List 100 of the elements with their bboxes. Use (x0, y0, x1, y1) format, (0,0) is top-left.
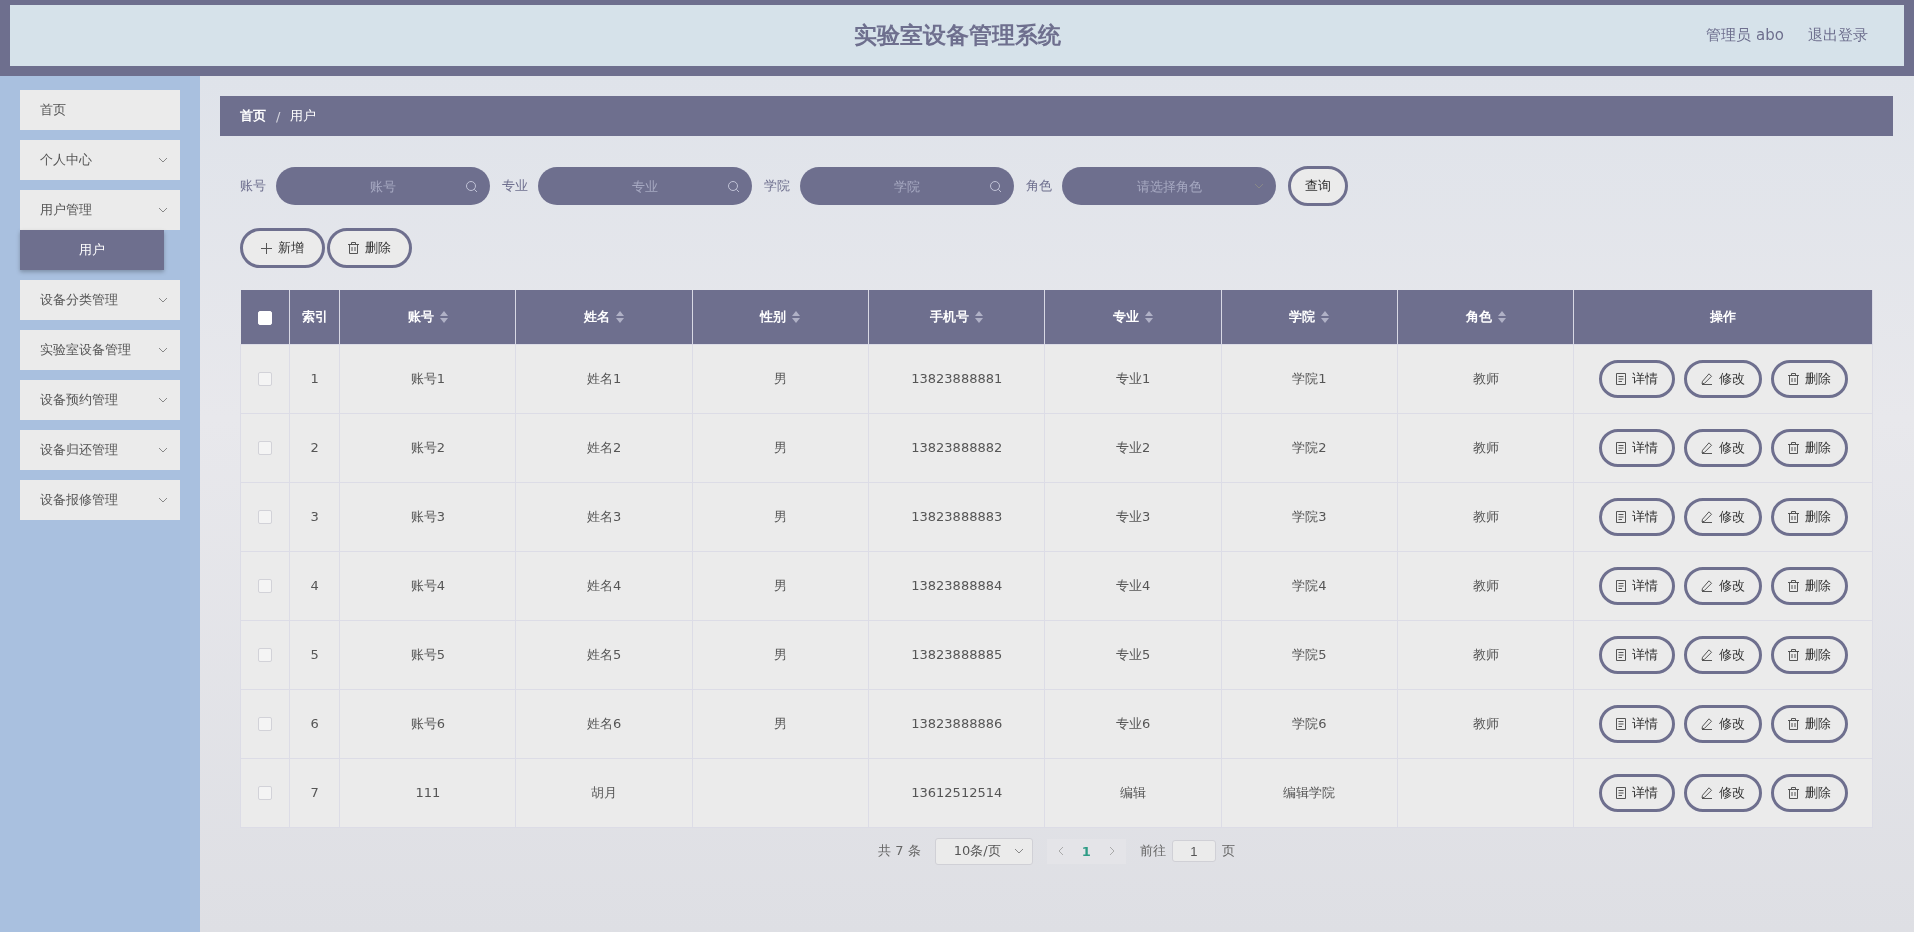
table-cell: 姓名6 (587, 715, 622, 731)
delete-button[interactable]: 删除 (1770, 497, 1848, 536)
page-size-select[interactable]: 10条/页 (934, 837, 1033, 865)
delete-button[interactable]: 删除 (1770, 359, 1848, 398)
pencil-icon (1700, 372, 1713, 385)
detail-button[interactable]: 详情 (1598, 635, 1675, 674)
column-header: 账号 (407, 307, 434, 326)
row-checkbox[interactable] (258, 510, 273, 525)
total-count: 共 7 条 (878, 842, 921, 860)
table-cell: 账号1 (410, 370, 445, 386)
add-button[interactable]: 新增 (240, 228, 325, 268)
detail-button[interactable]: 详情 (1598, 773, 1675, 812)
pencil-icon (1700, 717, 1713, 730)
breadcrumb-separator: / (276, 108, 281, 124)
previous-page-icon[interactable] (1056, 846, 1064, 856)
table-cell: 教师 (1472, 577, 1499, 593)
table-cell: 专业1 (1115, 370, 1151, 386)
document-icon (1615, 441, 1626, 454)
logout-link[interactable]: 退出登录 (1808, 26, 1868, 45)
table-cell: 13823888882 (911, 440, 1003, 455)
row-checkbox[interactable] (258, 648, 273, 663)
sidebar-subitem[interactable]: 用户 (20, 230, 164, 270)
sidebar-item[interactable]: 设备分类管理 (20, 280, 180, 320)
detail-button[interactable]: 详情 (1598, 566, 1675, 605)
chevron-icon (1013, 848, 1024, 854)
delete-button[interactable]: 删除 (1770, 635, 1848, 674)
trash-icon (1787, 441, 1799, 454)
row-checkbox[interactable] (258, 717, 273, 732)
trash-icon (1787, 786, 1799, 799)
edit-button[interactable]: 修改 (1683, 359, 1762, 398)
document-icon (1615, 372, 1626, 385)
sidebar-item[interactable]: 个人中心 (20, 140, 180, 180)
goto-label: 前往 (1139, 842, 1166, 860)
table-cell: 账号3 (410, 508, 445, 524)
detail-button[interactable]: 详情 (1598, 359, 1675, 398)
edit-button[interactable]: 修改 (1683, 428, 1762, 467)
sort-icon[interactable] (616, 310, 625, 323)
column-header: 姓名 (584, 307, 611, 326)
trash-icon (1787, 648, 1799, 661)
sidebar-item[interactable]: 设备报修管理 (20, 480, 180, 520)
detail-button[interactable]: 详情 (1598, 428, 1675, 467)
search-icon (989, 179, 1002, 193)
sort-icon[interactable] (975, 310, 984, 323)
document-icon (1615, 579, 1626, 592)
delete-button[interactable]: 删除 (327, 228, 412, 268)
column-header: 专业 (1113, 307, 1140, 326)
row-checkbox[interactable] (258, 372, 273, 387)
search-field[interactable]: 专业 (538, 167, 752, 205)
sort-icon[interactable] (792, 310, 801, 323)
sidebar-item[interactable]: 用户管理 (20, 190, 180, 230)
breadcrumb-link[interactable]: 首页 (240, 107, 266, 125)
edit-button[interactable]: 修改 (1683, 635, 1762, 674)
table-cell: 6 (310, 716, 319, 731)
detail-button[interactable]: 详情 (1598, 497, 1675, 536)
table-cell: 教师 (1472, 439, 1499, 455)
goto-page-field[interactable]: 1 (1171, 840, 1216, 862)
sort-icon[interactable] (1321, 310, 1330, 323)
row-checkbox[interactable] (258, 441, 273, 456)
delete-button[interactable]: 删除 (1770, 566, 1848, 605)
page-suffix: 页 (1221, 842, 1235, 860)
filter-label: 角色 (1026, 177, 1052, 195)
breadcrumb-link[interactable]: 用户 (290, 107, 317, 125)
trash-icon (1787, 717, 1799, 730)
chevron-icon (1254, 183, 1264, 189)
chevron-icon (158, 497, 168, 503)
next-page-icon[interactable] (1108, 846, 1116, 856)
pencil-icon (1700, 786, 1713, 799)
sort-icon[interactable] (439, 310, 448, 323)
sort-icon[interactable] (1145, 310, 1154, 323)
edit-button[interactable]: 修改 (1683, 773, 1762, 812)
pencil-icon (1700, 510, 1713, 523)
table-cell: 账号6 (410, 715, 445, 731)
filter-label: 账号 (240, 177, 266, 195)
table-cell: 学院1 (1292, 370, 1327, 386)
trash-icon (1787, 372, 1799, 385)
delete-button[interactable]: 删除 (1770, 428, 1848, 467)
column-header: 索引 (301, 307, 328, 326)
sort-icon[interactable] (1497, 310, 1506, 323)
delete-button[interactable]: 删除 (1770, 773, 1848, 812)
sidebar-item[interactable]: 实验室设备管理 (20, 330, 180, 370)
sidebar-item[interactable]: 设备预约管理 (20, 380, 180, 420)
table-cell: 姓名1 (587, 370, 622, 386)
edit-button[interactable]: 修改 (1683, 704, 1762, 743)
table-cell: 专业4 (1115, 577, 1151, 593)
document-icon (1615, 786, 1626, 799)
detail-button[interactable]: 详情 (1598, 704, 1675, 743)
sidebar-item[interactable]: 设备归还管理 (20, 430, 180, 470)
document-icon (1615, 510, 1626, 523)
row-checkbox[interactable] (258, 579, 273, 594)
row-checkbox[interactable] (258, 786, 273, 801)
sidebar-item[interactable]: 首页 (20, 90, 180, 130)
search-icon (727, 179, 740, 193)
query-button[interactable]: 查询 (1288, 166, 1348, 206)
select-all-checkbox[interactable] (257, 310, 272, 325)
delete-button[interactable]: 删除 (1770, 704, 1848, 743)
edit-button[interactable]: 修改 (1683, 566, 1762, 605)
edit-button[interactable]: 修改 (1683, 497, 1762, 536)
table-cell: 男 (773, 508, 787, 524)
table-cell: 教师 (1472, 715, 1499, 731)
table-cell: 1 (310, 371, 319, 386)
